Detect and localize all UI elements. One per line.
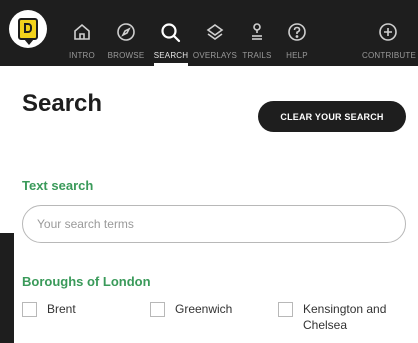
compass-icon [117,23,135,41]
search-icon [161,23,181,43]
search-input[interactable] [22,205,406,243]
search-panel: Search CLEAR YOUR SEARCH Text search Bor… [0,66,418,343]
top-navigation-bar: INTRO BROWSE SEARCH OVERLAYS TRAILS HELP… [0,0,418,66]
checkbox-label: Brent [47,302,76,316]
checkbox[interactable] [278,302,293,317]
nav-label: TRAILS [242,51,272,60]
text-search-heading: Text search [22,178,94,193]
home-icon [74,23,90,40]
borough-option-kensington-and-chelsea[interactable]: Kensington and Chelsea [278,301,389,333]
nav-label: INTRO [69,51,95,60]
nav-item-intro[interactable]: INTRO [62,0,102,66]
boroughs-heading: Boroughs of London [22,274,151,289]
nav-item-search[interactable]: SEARCH [150,0,192,66]
help-icon [288,23,306,41]
checkbox-label: Kensington and Chelsea [303,302,387,332]
page-title: Search [22,90,103,117]
trail-icon [252,23,262,40]
logo-icon [18,18,38,45]
nav-item-overlays[interactable]: OVERLAYS [192,0,238,66]
clear-search-button[interactable]: CLEAR YOUR SEARCH [258,101,406,132]
nav-label: CONTRIBUTE [362,51,416,60]
checkbox[interactable] [22,302,37,317]
borough-option-greenwich[interactable]: Greenwich [150,301,232,317]
borough-option-brent[interactable]: Brent [22,301,76,317]
layers-icon [206,24,224,40]
plus-circle-icon [379,23,397,41]
app-logo[interactable] [9,10,47,48]
nav-label: OVERLAYS [192,51,238,60]
nav-item-browse[interactable]: BROWSE [105,0,147,66]
checkbox[interactable] [150,302,165,317]
nav-item-contribute[interactable]: CONTRIBUTE [362,0,416,66]
nav-item-trails[interactable]: TRAILS [240,0,274,66]
nav-label: SEARCH [153,51,189,60]
nav-label: HELP [286,51,308,60]
checkbox-label: Greenwich [175,302,233,316]
nav-label: BROWSE [107,51,145,60]
nav-item-help[interactable]: HELP [282,0,312,66]
map-edge-strip [0,233,14,343]
